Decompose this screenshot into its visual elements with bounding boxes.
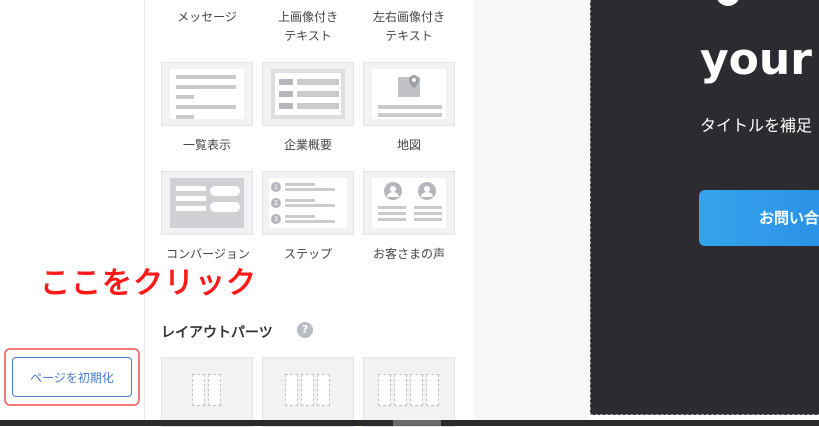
layout-parts-heading: レイアウトパーツ bbox=[161, 325, 273, 341]
annotation-click-here: ここをクリック bbox=[40, 266, 257, 301]
block-tile-testimonials[interactable] bbox=[363, 171, 455, 235]
block-label-steps: ステップ bbox=[283, 247, 332, 261]
layout-tile-2col[interactable] bbox=[161, 357, 253, 427]
step-number-1: 1 bbox=[271, 182, 281, 192]
block-tile-steps[interactable]: 1 2 3 bbox=[262, 171, 354, 235]
block-label-side-image-text: 左右画像付き テキスト bbox=[372, 10, 445, 43]
layout-tile-4col[interactable] bbox=[363, 357, 455, 427]
block-label-map: 地図 bbox=[396, 138, 421, 152]
question-icon[interactable]: ? bbox=[297, 322, 313, 338]
hero-subtitle[interactable]: タイトルを補足 bbox=[700, 112, 812, 136]
step-number-2: 2 bbox=[271, 198, 281, 208]
hero-title[interactable]: your bbox=[700, 30, 812, 90]
company-overview-icon bbox=[271, 69, 345, 119]
block-tile-list[interactable] bbox=[161, 62, 253, 126]
block-palette-panel: メッセージ 上画像付き テキスト 左右画像付き テキスト 一覧表示 企業概要 地… bbox=[144, 0, 476, 427]
block-tile-company[interactable] bbox=[262, 62, 354, 126]
conversion-form-icon bbox=[170, 178, 244, 228]
block-tile-map[interactable] bbox=[363, 62, 455, 126]
block-label-message: メッセージ bbox=[177, 10, 237, 24]
testimonial-avatars-icon bbox=[372, 178, 446, 228]
block-label-company: 企業概要 bbox=[283, 138, 332, 152]
step-number-3: 3 bbox=[271, 214, 281, 224]
block-label-top-image-text: 上画像付き テキスト bbox=[277, 10, 338, 43]
hero-contact-button[interactable]: お問い合 bbox=[699, 190, 819, 246]
scrollbar-thumb[interactable] bbox=[393, 420, 441, 426]
block-label-testimonials: お客さまの声 bbox=[372, 247, 445, 261]
map-pin-icon bbox=[372, 69, 446, 119]
block-tile-conversion[interactable] bbox=[161, 171, 253, 235]
numbered-steps-icon: 1 2 3 bbox=[269, 178, 347, 228]
canvas-gutter bbox=[474, 0, 590, 420]
list-layout-icon bbox=[170, 69, 244, 119]
block-label-list: 一覧表示 bbox=[182, 138, 231, 152]
reset-page-button[interactable]: ページを初期化 bbox=[12, 357, 132, 397]
layout-tile-3col[interactable] bbox=[262, 357, 354, 427]
